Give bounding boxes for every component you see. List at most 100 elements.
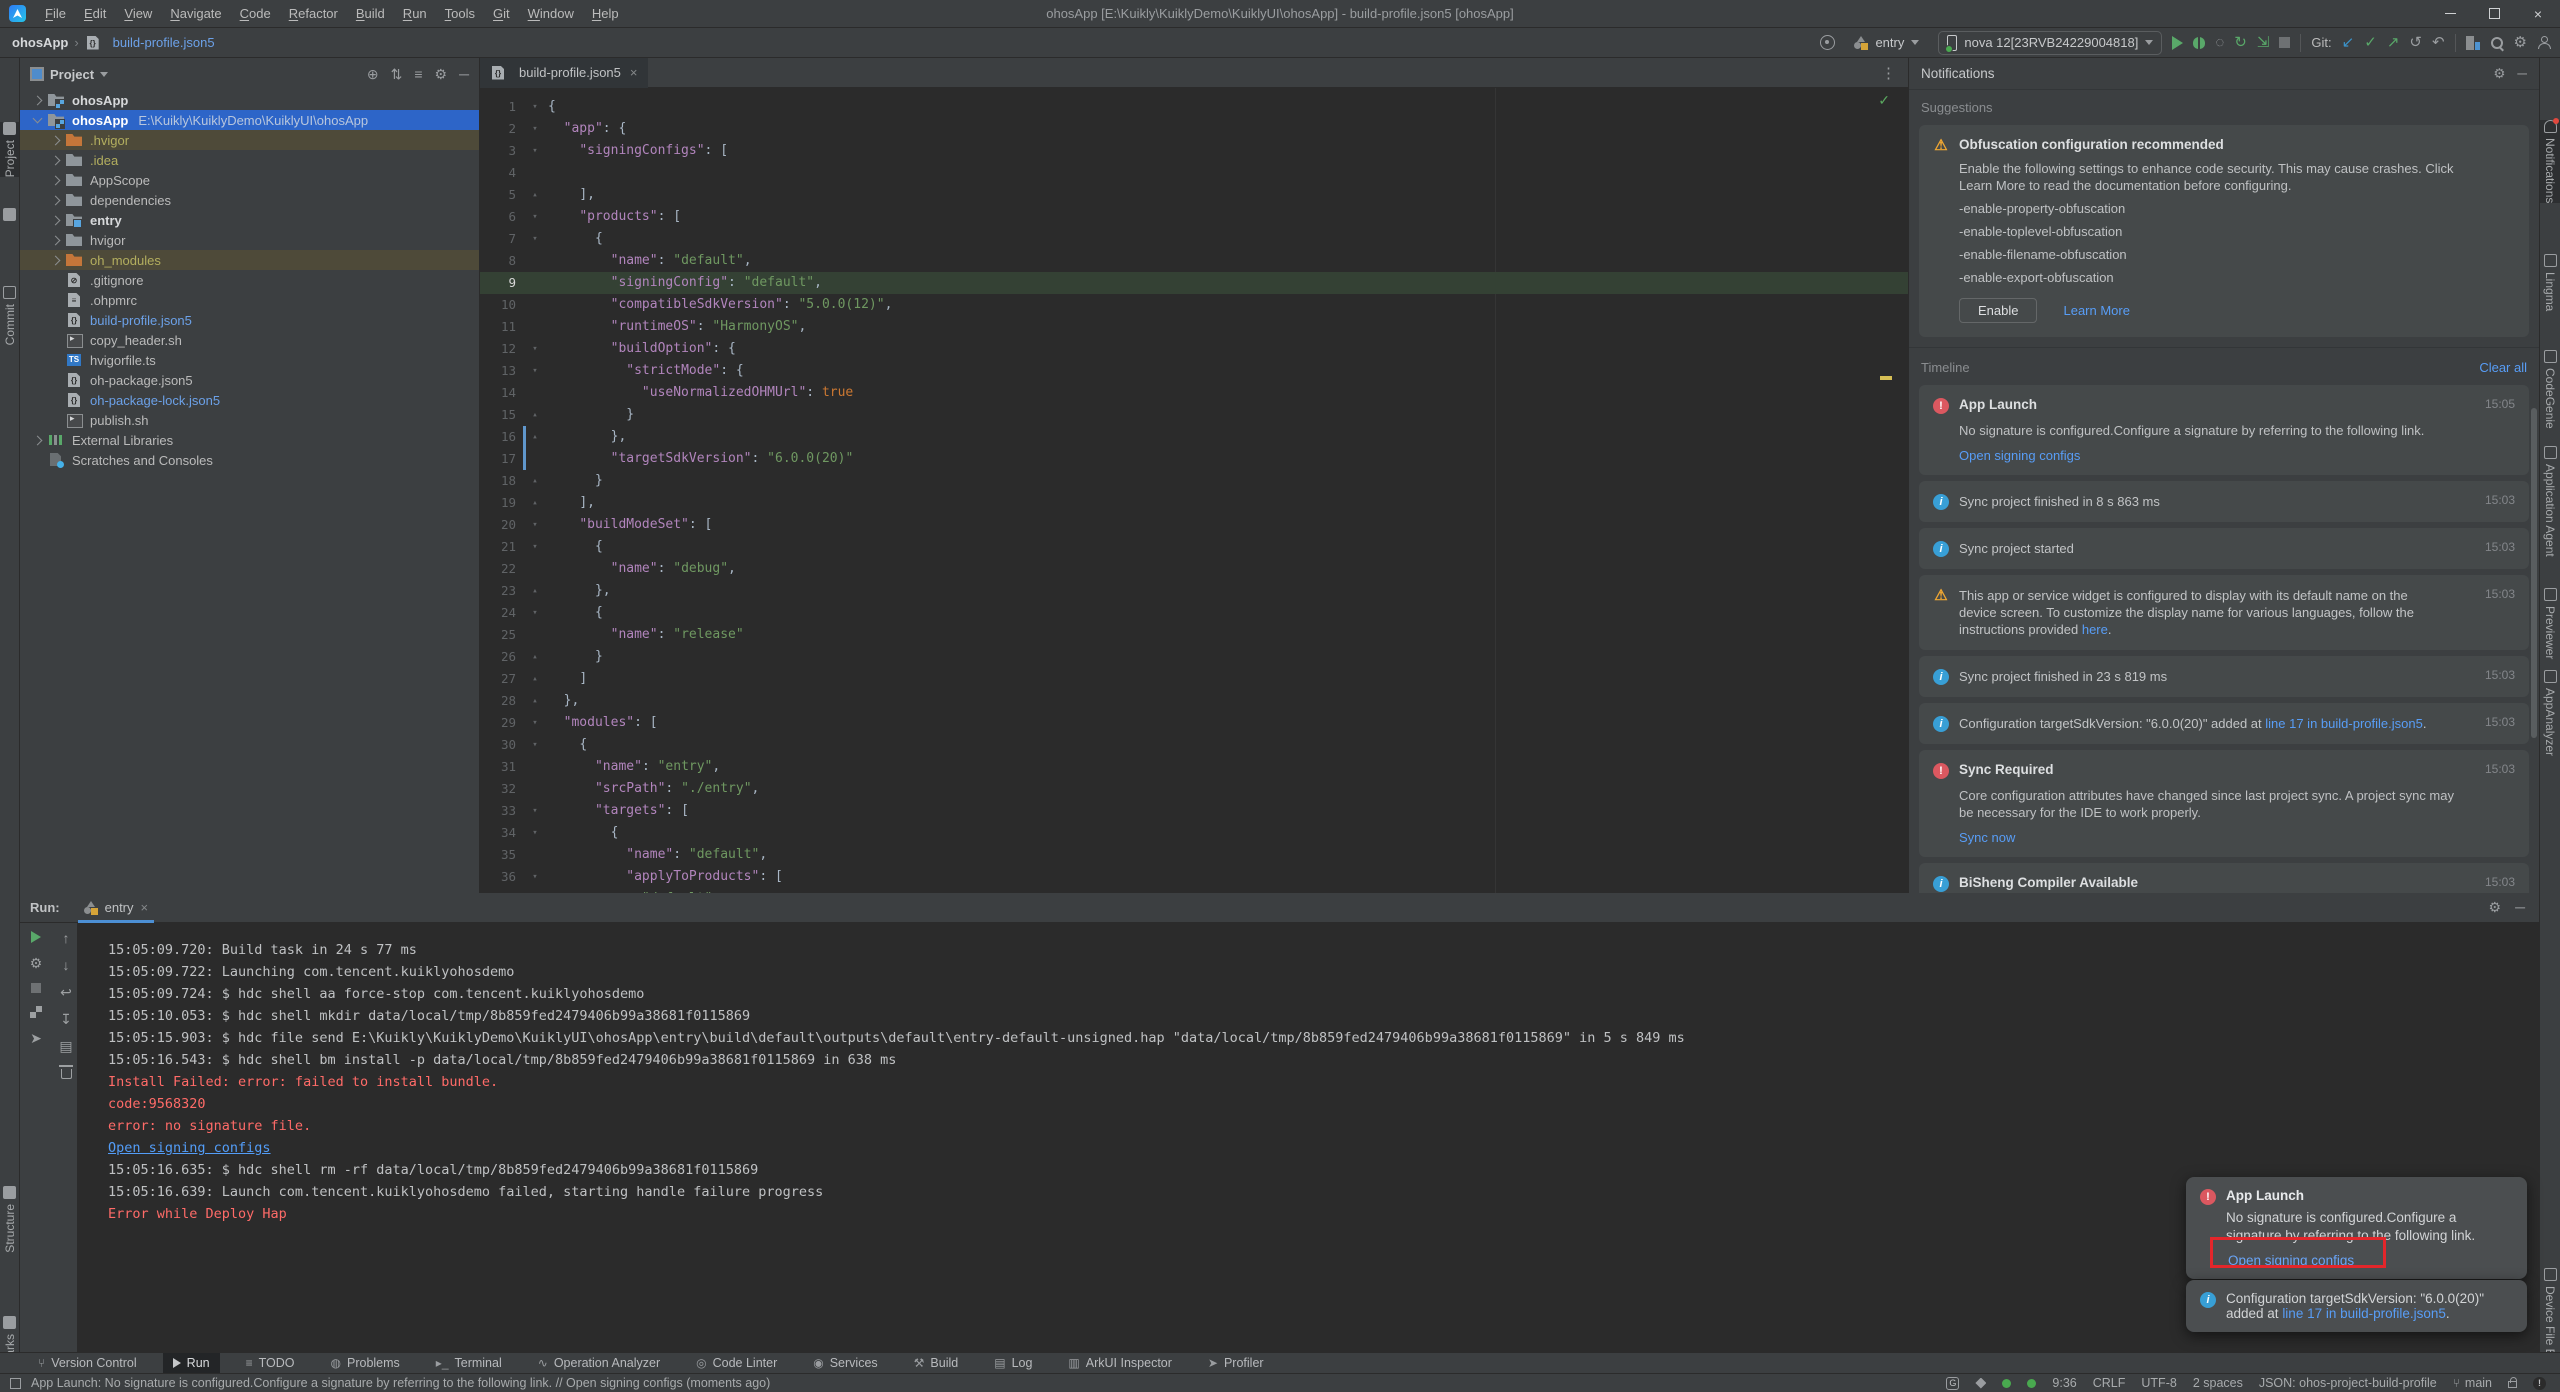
rerun-button[interactable]	[31, 931, 41, 943]
toolwindow-version-control[interactable]: ⑂Version Control	[28, 1353, 147, 1374]
tab-options-icon[interactable]: ⋮	[1881, 64, 1908, 82]
card-link[interactable]: Sync now	[1959, 830, 2515, 845]
toolwindow-log[interactable]: ▤Log	[984, 1353, 1042, 1374]
stripe-commit[interactable]: Commit	[0, 286, 19, 345]
file-encoding[interactable]: UTF-8	[2141, 1376, 2176, 1390]
clear-console-icon[interactable]	[61, 1069, 72, 1079]
attach-debugger-button[interactable]: ⇲	[2257, 35, 2270, 50]
hide-panel-icon[interactable]: ─	[2515, 899, 2525, 916]
tree-chevron-icon[interactable]	[51, 175, 61, 185]
run-console[interactable]: 15:05:09.720: Build task in 24 s 77 ms15…	[78, 923, 2539, 1352]
menu-edit[interactable]: Edit	[75, 0, 115, 28]
code-line-8[interactable]: 8 "name": "default",	[480, 250, 1908, 272]
line-separator[interactable]: CRLF	[2093, 1376, 2126, 1390]
run-button[interactable]	[2172, 36, 2183, 50]
tree-chevron-icon[interactable]	[51, 135, 61, 145]
hide-panel-icon[interactable]: ─	[2517, 66, 2527, 82]
toolwindow-terminal[interactable]: ▸_Terminal	[426, 1353, 512, 1374]
code-line-27[interactable]: 27▴ ]	[480, 668, 1908, 690]
tree-chevron-icon[interactable]	[51, 155, 61, 165]
panel-settings-gear-icon[interactable]: ⚙	[2493, 66, 2505, 82]
run-config-selector[interactable]: entry	[1845, 31, 1928, 55]
minimize-button[interactable]	[2428, 0, 2472, 27]
tree-item-ohosapp[interactable]: ohosAppE:\Kuikly\KuiklyDemo\KuiklyUI\oho…	[20, 110, 479, 130]
toolwindow-run[interactable]: Run	[163, 1353, 220, 1374]
code-line-7[interactable]: 7▾ {	[480, 228, 1908, 250]
fold-open-icon[interactable]: ▾	[528, 734, 542, 756]
toolwindow-services[interactable]: ◉Services	[803, 1353, 887, 1374]
close-button[interactable]: ×	[2516, 0, 2560, 27]
menu-code[interactable]: Code	[231, 0, 280, 28]
code-line-29[interactable]: 29▾ "modules": [	[480, 712, 1908, 734]
project-structure-icon[interactable]	[2466, 36, 2480, 50]
tree-item-ohosapp[interactable]: ohosApp	[20, 90, 479, 110]
code-line-17[interactable]: 17 "targetSdkVersion": "6.0.0(20)"	[480, 448, 1908, 470]
tree-item-scratches-and-consoles[interactable]: Scratches and Consoles	[20, 450, 479, 470]
stripe-notifications[interactable]: Notifications	[2540, 120, 2560, 203]
tree-item-dependencies[interactable]: dependencies	[20, 190, 479, 210]
code-line-18[interactable]: 18▴ }	[480, 470, 1908, 492]
toolwindow-arkui-inspector[interactable]: ▥ArkUI Inspector	[1058, 1353, 1181, 1374]
code-line-12[interactable]: 12▾ "buildOption": {	[480, 338, 1908, 360]
notification-popup-2[interactable]: iConfiguration targetSdkVersion: "6.0.0(…	[2186, 1280, 2527, 1332]
enable-button[interactable]: Enable	[1959, 298, 2037, 323]
code-editor[interactable]: ✓ 1▾{2▾ "app": {3▾ "signingConfigs": [45…	[480, 88, 1908, 893]
tree-chevron-icon[interactable]	[51, 235, 61, 245]
stripe-previewer[interactable]: Previewer	[2540, 588, 2560, 659]
fold-close-icon[interactable]: ▴	[528, 470, 542, 492]
debug-button[interactable]	[2193, 37, 2205, 49]
code-line-21[interactable]: 21▾ {	[480, 536, 1908, 558]
codegenie-status-icon[interactable]: G	[1946, 1377, 1959, 1390]
stripe-application-agent[interactable]: Application Agent	[2540, 446, 2560, 557]
fold-open-icon[interactable]: ▾	[528, 228, 542, 250]
fold-open-icon[interactable]: ▾	[528, 140, 542, 162]
code-line-6[interactable]: 6▾ "products": [	[480, 206, 1908, 228]
stripe-structure[interactable]: Structure	[0, 1186, 19, 1253]
menu-navigate[interactable]: Navigate	[161, 0, 230, 28]
code-line-5[interactable]: 5▴ ],	[480, 184, 1908, 206]
code-line-22[interactable]: 22 "name": "debug",	[480, 558, 1908, 580]
toolwindow-code-linter[interactable]: ◎Code Linter	[686, 1353, 787, 1374]
search-icon[interactable]	[2490, 36, 2504, 50]
code-line-4[interactable]: 4	[480, 162, 1908, 184]
fold-close-icon[interactable]: ▴	[528, 426, 542, 448]
code-line-20[interactable]: 20▾ "buildModeSet": [	[480, 514, 1908, 536]
code-line-35[interactable]: 35 "name": "default",	[480, 844, 1908, 866]
code-line-34[interactable]: 34▾ {	[480, 822, 1908, 844]
tab-build-profile[interactable]: {} build-profile.json5 ×	[480, 58, 648, 88]
tree-item--idea[interactable]: .idea	[20, 150, 479, 170]
scroll-to-end-icon[interactable]: ↧	[60, 1012, 72, 1026]
code-line-31[interactable]: 31 "name": "entry",	[480, 756, 1908, 778]
code-line-25[interactable]: 25 "name": "release"	[480, 624, 1908, 646]
fold-open-icon[interactable]: ▾	[528, 118, 542, 140]
panel-settings-gear-icon[interactable]: ⚙	[435, 66, 448, 83]
fold-open-icon[interactable]: ▾	[528, 514, 542, 536]
menu-git[interactable]: Git	[484, 0, 519, 28]
fold-open-icon[interactable]: ▾	[528, 800, 542, 822]
tree-chevron-icon[interactable]	[51, 215, 61, 225]
console-link[interactable]: Open signing configs	[108, 1137, 2539, 1159]
fold-open-icon[interactable]: ▾	[528, 822, 542, 844]
code-line-10[interactable]: 10 "compatibleSdkVersion": "5.0.0(12)",	[480, 294, 1908, 316]
code-line-1[interactable]: 1▾{	[480, 96, 1908, 118]
toolwindow-profiler[interactable]: ➤Profiler	[1198, 1353, 1274, 1374]
device-selector[interactable]: nova 12[23RVB24229004818]	[1938, 31, 2162, 55]
git-branch-name[interactable]: main	[2465, 1376, 2492, 1390]
card-link[interactable]: Open signing configs	[1959, 448, 2515, 463]
readonly-lock-icon[interactable]	[2508, 1381, 2517, 1388]
menu-run[interactable]: Run	[394, 0, 436, 28]
menu-window[interactable]: Window	[519, 0, 583, 28]
tree-item-oh-modules[interactable]: oh_modules	[20, 250, 479, 270]
indent-setting[interactable]: 2 spaces	[2193, 1376, 2243, 1390]
code-line-3[interactable]: 3▾ "signingConfigs": [	[480, 140, 1908, 162]
account-icon[interactable]	[2537, 36, 2550, 49]
run-tab-entry[interactable]: entry ×	[74, 893, 159, 923]
code-line-16[interactable]: 16▴ },	[480, 426, 1908, 448]
menu-file[interactable]: File	[36, 0, 75, 28]
close-tab-icon[interactable]: ×	[630, 65, 638, 80]
tree-item--gitignore[interactable]: ⊘.gitignore	[20, 270, 479, 290]
menu-tools[interactable]: Tools	[436, 0, 484, 28]
tree-chevron-icon[interactable]	[51, 255, 61, 265]
fold-open-icon[interactable]: ▾	[528, 96, 542, 118]
profile-button[interactable]: ◌	[2215, 35, 2224, 50]
